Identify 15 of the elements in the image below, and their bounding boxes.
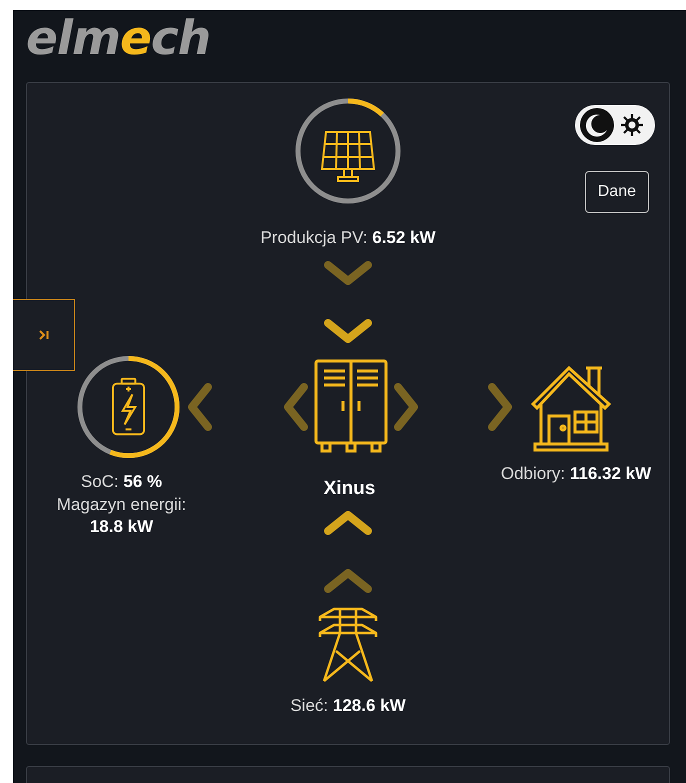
collapse-icon — [38, 329, 50, 341]
inverter-name: Xinus — [324, 476, 376, 500]
pv-production-label: Produkcja PV: 6.52 kW — [260, 227, 436, 249]
grid-label: Sieć: 128.6 kW — [290, 695, 406, 717]
logo-letters: e — [120, 11, 151, 66]
consumption-label: Odbiory: 116.32 kW — [500, 462, 652, 484]
storage-label: Magazyn energii: 18.8 kW — [56, 494, 188, 538]
logo-letters: ch — [150, 11, 210, 66]
theme-toggle[interactable] — [575, 105, 655, 145]
soc-label: SoC: 56 % — [80, 470, 162, 492]
logo-letters: elm — [26, 11, 120, 66]
moon-icon — [580, 108, 614, 142]
sun-icon — [620, 113, 644, 137]
data-button[interactable]: Dane — [584, 171, 649, 213]
sidebar-toggle[interactable] — [13, 299, 75, 371]
